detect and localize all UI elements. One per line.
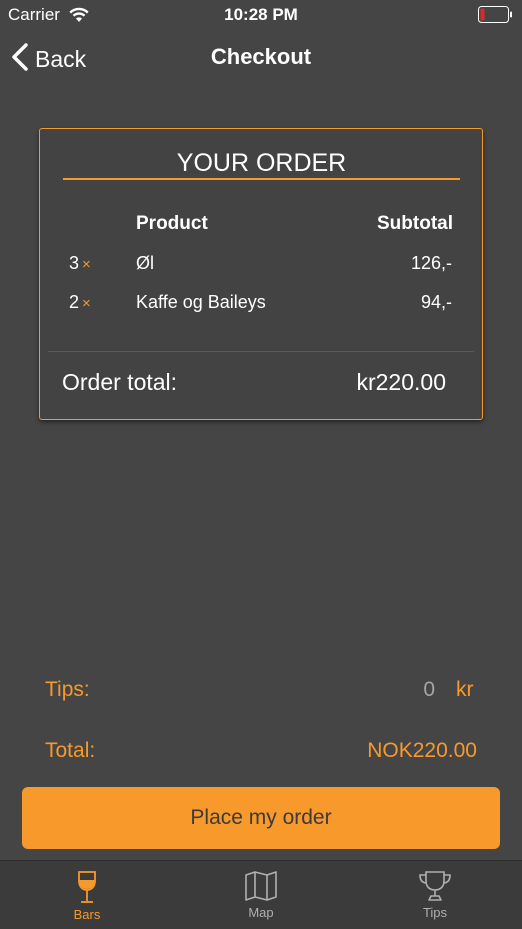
item-quantity: 2 × xyxy=(69,292,91,312)
item-name: Øl xyxy=(136,253,154,273)
order-title: YOUR ORDER xyxy=(63,149,460,180)
tab-bars[interactable]: Bars xyxy=(0,861,174,929)
column-header-product: Product xyxy=(136,213,208,234)
grand-total-value: NOK220.00 xyxy=(367,739,477,762)
tab-label: Tips xyxy=(422,905,448,920)
status-bar: Carrier 10:28 PM xyxy=(0,0,522,30)
page-title: Checkout xyxy=(210,44,312,69)
item-price: 126,- xyxy=(410,253,452,273)
trophy-icon xyxy=(348,870,522,902)
order-card: YOUR ORDER Product Subtotal 3 × Øl 126,- … xyxy=(39,128,483,420)
tips-currency-label: kr xyxy=(456,678,474,701)
tab-tips[interactable]: Tips xyxy=(348,861,522,929)
tips-input[interactable]: 0 xyxy=(405,678,435,702)
multiply-icon: × xyxy=(82,295,91,312)
column-header-subtotal: Subtotal xyxy=(377,213,453,234)
order-item-row: 3 × Øl 126,- xyxy=(40,253,482,283)
navigation-bar: Back Checkout xyxy=(0,30,522,86)
tab-label: Bars xyxy=(73,907,101,922)
order-total-label: Order total: xyxy=(62,369,178,395)
map-icon xyxy=(174,870,348,902)
tab-bar: Bars Map Tips xyxy=(0,860,522,929)
tips-label: Tips: xyxy=(45,678,90,701)
status-time: 10:28 PM xyxy=(224,5,298,24)
grand-total-label: Total: xyxy=(45,739,96,762)
multiply-icon: × xyxy=(82,256,91,273)
order-total-value: kr220.00 xyxy=(356,369,446,395)
tab-map[interactable]: Map xyxy=(174,861,348,929)
item-price: 94,- xyxy=(420,292,452,312)
wine-glass-icon xyxy=(0,870,174,904)
divider xyxy=(48,351,474,352)
place-order-button[interactable]: Place my order xyxy=(22,787,500,849)
battery-icon xyxy=(478,6,513,23)
item-name: Kaffe og Baileys xyxy=(136,292,266,312)
item-quantity: 3 × xyxy=(69,253,91,273)
tab-label: Map xyxy=(248,905,274,920)
order-item-row: 2 × Kaffe og Baileys 94,- xyxy=(40,292,482,322)
